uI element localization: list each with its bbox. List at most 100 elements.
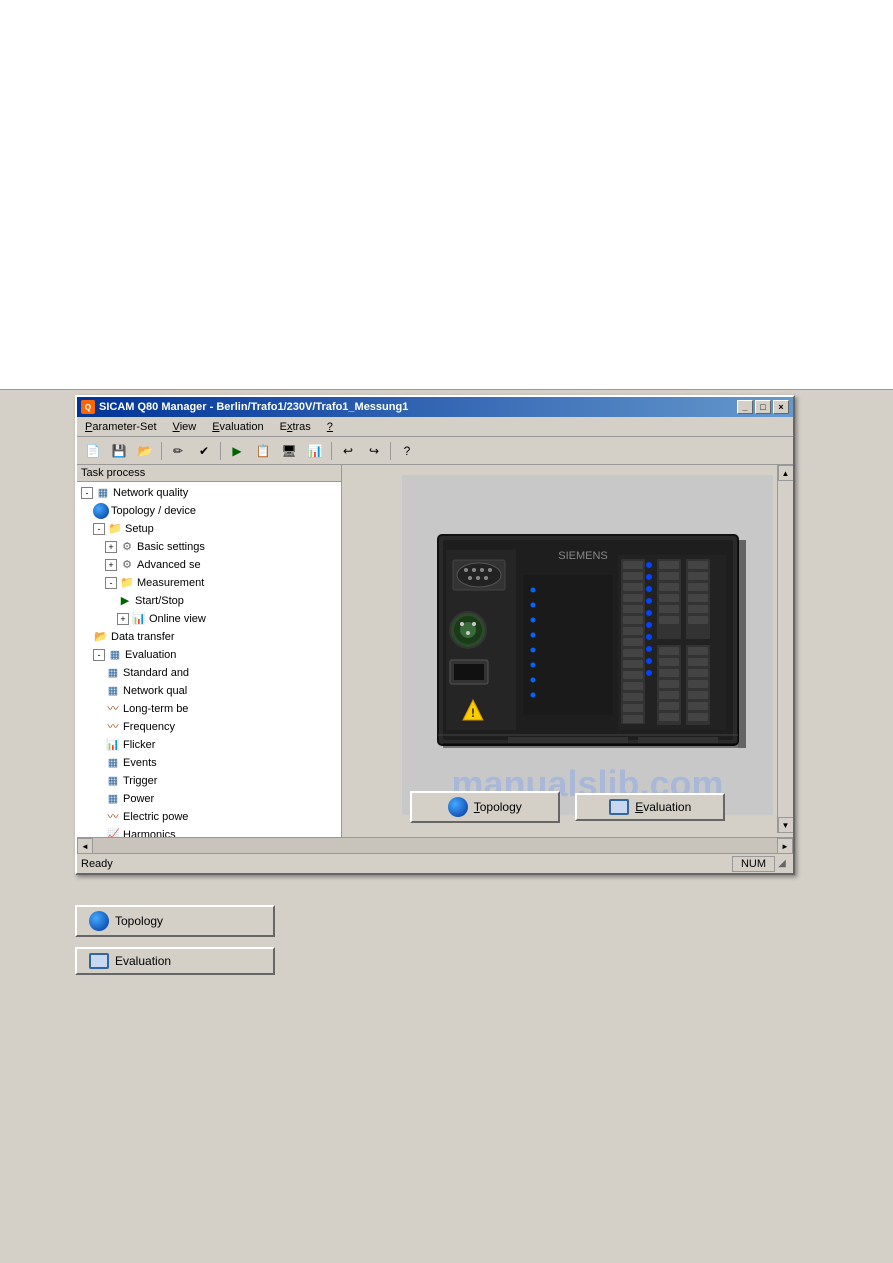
data-transfer-icon: 📂 bbox=[93, 629, 109, 645]
tree-item-network-qual[interactable]: ▦ Network qual bbox=[77, 682, 341, 700]
evaluation-button[interactable]: Evaluation bbox=[575, 793, 725, 821]
tree-expand-icon[interactable]: - bbox=[81, 487, 93, 499]
tree-label-longterm: Long-term be bbox=[123, 701, 188, 717]
tree-label-events: Events bbox=[123, 755, 157, 771]
tree-item-network-quality[interactable]: - ▦ Network quality bbox=[77, 484, 341, 502]
minimize-button[interactable]: _ bbox=[737, 400, 753, 414]
advanced-settings-icon: ⚙ bbox=[119, 557, 135, 573]
online-view-icon: 📊 bbox=[131, 611, 147, 627]
tree-label-measurement: Measurement bbox=[137, 575, 204, 591]
tree-label-setup: Setup bbox=[125, 521, 154, 537]
title-bar: Q SICAM Q80 Manager - Berlin/Trafo1/230V… bbox=[77, 397, 793, 417]
tree-item-frequency[interactable]: 〰 Frequency bbox=[77, 718, 341, 736]
tree-item-evaluation[interactable]: - ▦ Evaluation bbox=[77, 646, 341, 664]
tree-item-setup[interactable]: - 📁 Setup bbox=[77, 520, 341, 538]
annotation-evaluation-label: Evaluation bbox=[115, 954, 171, 968]
app-icon: Q bbox=[81, 400, 95, 414]
toolbar-help[interactable]: ? bbox=[395, 440, 419, 462]
scroll-left-arrow[interactable]: ◄ bbox=[77, 838, 93, 854]
scroll-right-arrow[interactable]: ► bbox=[777, 838, 793, 854]
tree-item-electric-power[interactable]: 〰 Electric powe bbox=[77, 808, 341, 826]
resize-handle[interactable]: ◢ bbox=[775, 857, 789, 871]
evaluation-button-label: Evaluation bbox=[635, 800, 691, 814]
evaluation-icon: ▦ bbox=[107, 647, 123, 663]
toolbar-run[interactable]: ▶ bbox=[225, 440, 249, 462]
annotation-evaluation-icon bbox=[89, 953, 109, 969]
h-scrollbar[interactable]: ◄ ► bbox=[77, 837, 793, 853]
h-scroll-track[interactable] bbox=[93, 838, 777, 853]
longterm-icon: 〰 bbox=[105, 701, 121, 717]
toolbar-save[interactable]: 💾 bbox=[107, 440, 131, 462]
tree-item-topology[interactable]: Topology / device bbox=[77, 502, 341, 520]
scroll-down-arrow[interactable]: ▼ bbox=[778, 817, 794, 833]
tree-item-online-view[interactable]: + 📊 Online view bbox=[77, 610, 341, 628]
tree-expand-eval[interactable]: - bbox=[93, 649, 105, 661]
toolbar-sep-1 bbox=[161, 442, 162, 460]
menu-extras[interactable]: Extras bbox=[276, 419, 315, 435]
maximize-button[interactable]: □ bbox=[755, 400, 771, 414]
toolbar-screen[interactable]: 🖥 bbox=[277, 440, 301, 462]
tree-item-power[interactable]: ▦ Power bbox=[77, 790, 341, 808]
svg-text:SIEMENS: SIEMENS bbox=[558, 550, 608, 562]
tree-expand-online[interactable]: + bbox=[117, 613, 129, 625]
annotation-topology-btn[interactable]: Topology bbox=[75, 905, 275, 937]
annotation-evaluation-btn[interactable]: Evaluation bbox=[75, 947, 275, 975]
tree-label-start-stop: Start/Stop bbox=[135, 593, 184, 609]
toolbar-check[interactable]: ✔ bbox=[192, 440, 216, 462]
device-image-area: ! SIEMENS SIMEAS Q80 bbox=[402, 475, 773, 815]
tree-expand-setup[interactable]: - bbox=[93, 523, 105, 535]
toolbar-back[interactable]: ↩ bbox=[336, 440, 360, 462]
menu-evaluation[interactable]: Evaluation bbox=[208, 419, 267, 435]
frequency-icon: 〰 bbox=[105, 719, 121, 735]
toolbar-chart[interactable]: 📊 bbox=[303, 440, 327, 462]
topology-globe-icon bbox=[93, 503, 109, 519]
menu-parameter-set[interactable]: Parameter-Set bbox=[81, 419, 161, 435]
annotation-topology-label: Topology bbox=[115, 914, 163, 928]
standard-icon: ▦ bbox=[105, 665, 121, 681]
tree-item-advanced-settings[interactable]: + ⚙ Advanced se bbox=[77, 556, 341, 574]
tree-item-data-transfer[interactable]: 📂 Data transfer bbox=[77, 628, 341, 646]
tree-item-basic-settings[interactable]: + ⚙ Basic settings bbox=[77, 538, 341, 556]
toolbar-sep-4 bbox=[390, 442, 391, 460]
status-num: NUM bbox=[732, 856, 775, 872]
device-svg: ! SIEMENS SIMEAS Q80 bbox=[408, 515, 768, 775]
menu-view[interactable]: View bbox=[169, 419, 201, 435]
tree-item-longterm[interactable]: 〰 Long-term be bbox=[77, 700, 341, 718]
left-panel: Task process - ▦ Network quality Topolog… bbox=[77, 465, 342, 853]
tree-label-basic-settings: Basic settings bbox=[137, 539, 205, 555]
tree-item-standard[interactable]: ▦ Standard and bbox=[77, 664, 341, 682]
tree-item-measurement[interactable]: - 📁 Measurement bbox=[77, 574, 341, 592]
main-content: Task process - ▦ Network quality Topolog… bbox=[77, 465, 793, 853]
toolbar-copy[interactable]: 📋 bbox=[251, 440, 275, 462]
tree-label-netq: Network qual bbox=[123, 683, 187, 699]
menu-bar: Parameter-Set View Evaluation Extras ? bbox=[77, 417, 793, 437]
tree-label-trigger: Trigger bbox=[123, 773, 157, 789]
toolbar-open[interactable]: 📂 bbox=[133, 440, 157, 462]
tree-item-trigger[interactable]: ▦ Trigger bbox=[77, 772, 341, 790]
tree-item-events[interactable]: ▦ Events bbox=[77, 754, 341, 772]
toolbar-edit[interactable]: ✏ bbox=[166, 440, 190, 462]
tree-expand-basic[interactable]: + bbox=[105, 541, 117, 553]
right-scrollbar[interactable]: ▲ ▼ bbox=[777, 465, 793, 833]
tree-label-network-quality: Network quality bbox=[113, 485, 188, 501]
tree-label-data-transfer: Data transfer bbox=[111, 629, 175, 645]
scroll-up-arrow[interactable]: ▲ bbox=[778, 465, 794, 481]
trigger-icon: ▦ bbox=[105, 773, 121, 789]
tree-label-standard: Standard and bbox=[123, 665, 189, 681]
tree-item-start-stop[interactable]: ▶ Start/Stop bbox=[77, 592, 341, 610]
menu-help[interactable]: ? bbox=[323, 419, 337, 435]
topology-button[interactable]: Topology bbox=[410, 791, 560, 823]
tree-expand-advanced[interactable]: + bbox=[105, 559, 117, 571]
tree-item-flicker[interactable]: 📊 Flicker bbox=[77, 736, 341, 754]
toolbar-forward[interactable]: ↪ bbox=[362, 440, 386, 462]
task-process-header: Task process bbox=[77, 465, 341, 482]
annotation-area: Topology Evaluation bbox=[75, 905, 675, 985]
tree-expand-measurement[interactable]: - bbox=[105, 577, 117, 589]
tree-label-flicker: Flicker bbox=[123, 737, 155, 753]
toolbar-new[interactable]: 📄 bbox=[81, 440, 105, 462]
tree-label-electric-power: Electric powe bbox=[123, 809, 188, 825]
bottom-buttons: Topology Evaluation bbox=[342, 791, 793, 823]
tree-area[interactable]: - ▦ Network quality Topology / device - … bbox=[77, 482, 341, 853]
window-title: SICAM Q80 Manager - Berlin/Trafo1/230V/T… bbox=[99, 401, 408, 413]
close-button[interactable]: × bbox=[773, 400, 789, 414]
